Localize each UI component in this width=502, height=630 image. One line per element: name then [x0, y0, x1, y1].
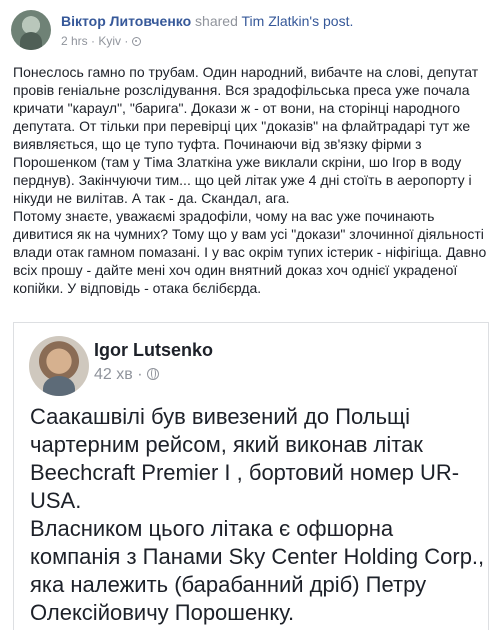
shared-post-link[interactable]: Tim Zlatkin's post. — [242, 13, 354, 29]
shared-author-avatar[interactable] — [29, 336, 89, 396]
shared-post-text: Саакашвілі був вивезений до Польщі чарте… — [30, 403, 486, 627]
meta-separator: · — [91, 34, 96, 48]
privacy-gear-icon[interactable] — [131, 37, 141, 46]
post-meta: 2 hrs · Kyiv · — [61, 34, 141, 48]
post-header: Віктор Литовченко shared Tim Zlatkin's p… — [11, 10, 491, 54]
shared-post-time[interactable]: 42 хв — [94, 366, 133, 383]
post-location[interactable]: Kyiv — [98, 34, 121, 48]
post-time[interactable]: 2 hrs — [61, 34, 88, 48]
shared-paragraph: Власником цього літака є офшорна компані… — [30, 516, 485, 625]
globe-icon[interactable] — [146, 368, 159, 380]
author-name[interactable]: Віктор Литовченко — [61, 13, 191, 29]
post-paragraph: Понеслось гамно по трубам. Один народний… — [13, 64, 479, 206]
shared-post-meta: 42 хв · — [94, 366, 159, 384]
meta-separator: · — [124, 34, 129, 48]
shared-author-name[interactable]: Igor Lutsenko — [94, 340, 213, 361]
author-line: Віктор Литовченко shared Tim Zlatkin's p… — [61, 13, 353, 29]
post-paragraph: Потому знаєте, уважаємі зрадофіли, чому … — [13, 208, 487, 296]
shared-text: shared — [195, 13, 238, 29]
author-avatar[interactable] — [11, 10, 51, 50]
shared-post-card[interactable]: Igor Lutsenko 42 хв · Саакашвілі був вив… — [13, 322, 489, 630]
meta-separator: · — [137, 366, 143, 383]
shared-paragraph: Саакашвілі був вивезений до Польщі чарте… — [30, 404, 460, 513]
post-text: Понеслось гамно по трубам. Один народний… — [13, 63, 493, 297]
